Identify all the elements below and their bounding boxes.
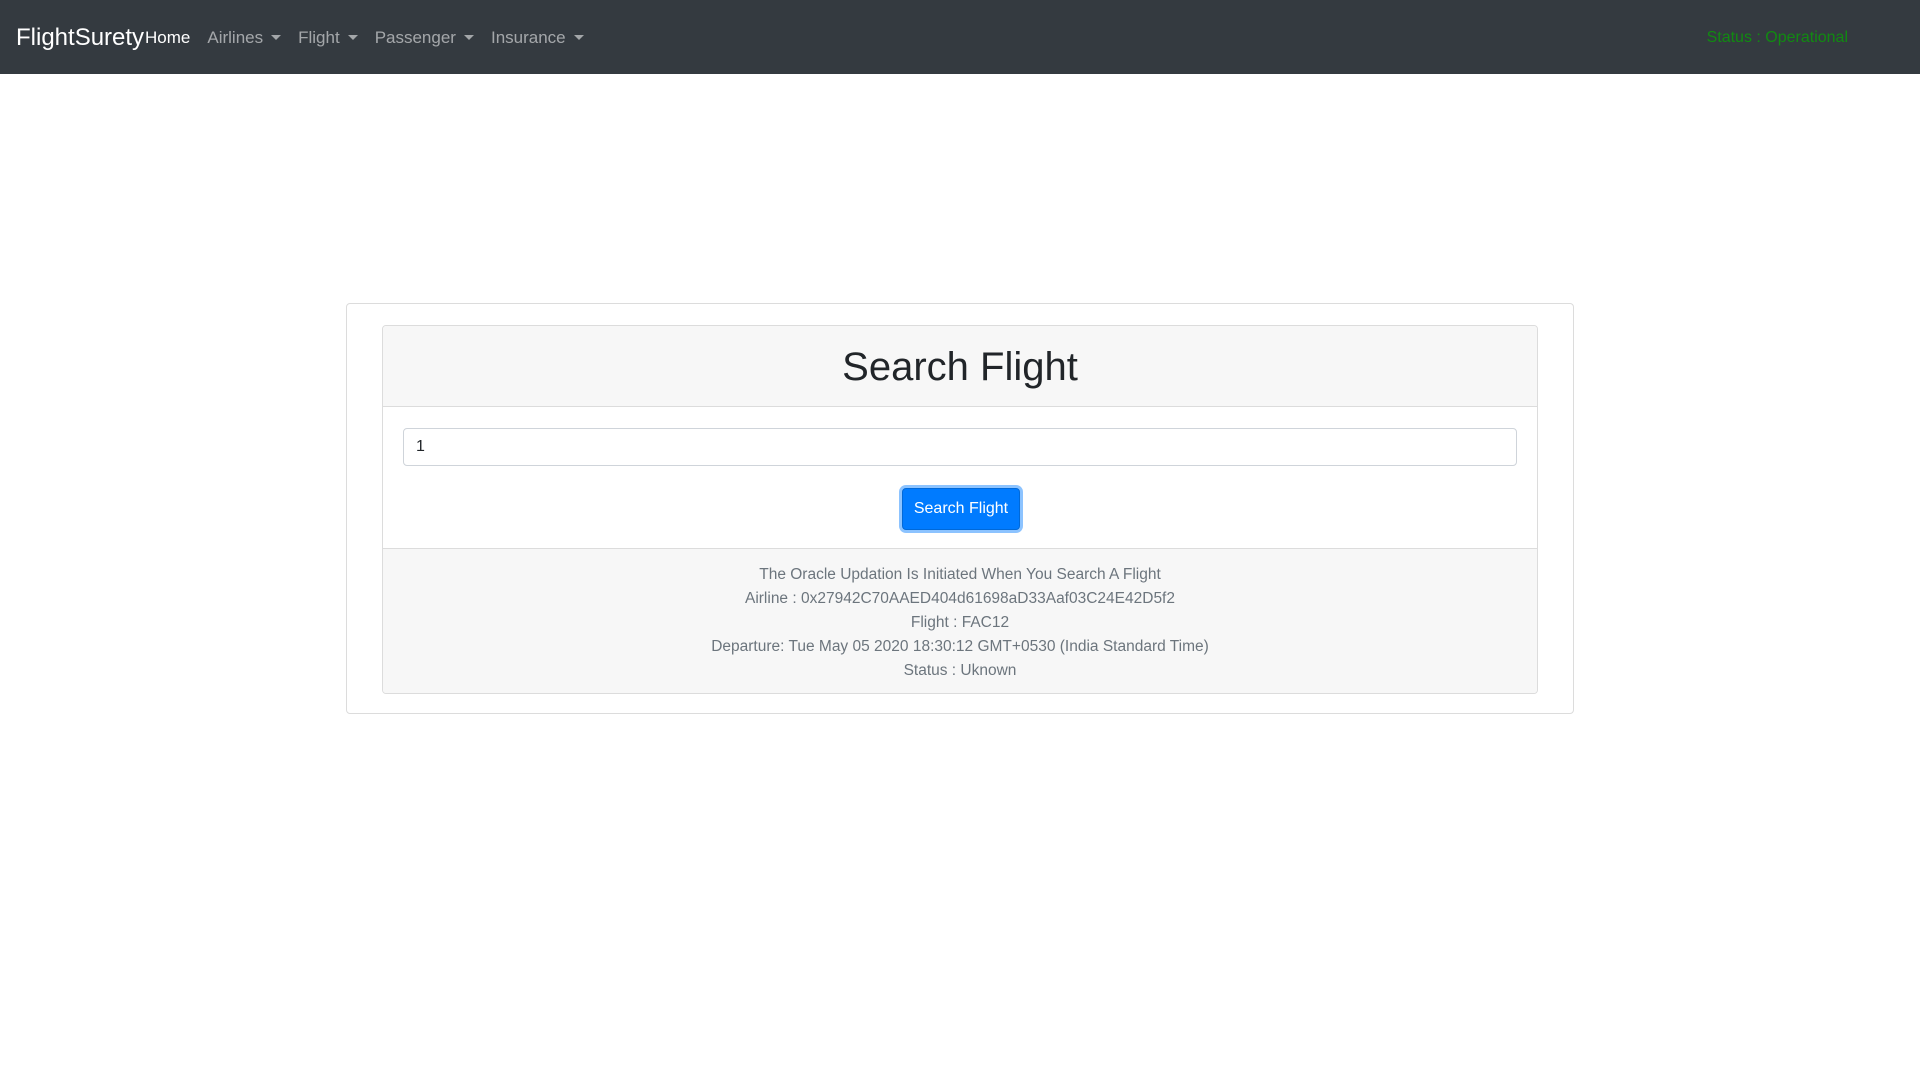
nav-menu: Home Airlines Flight Passenger Insurance (145, 25, 601, 51)
top-navbar: FlightSurety Home Airlines Flight Passen… (0, 0, 1920, 74)
oracle-note: The Oracle Updation Is Initiated When Yo… (759, 566, 1161, 583)
nav-item-insurance-label: Insurance (490, 28, 566, 47)
chevron-down-icon (573, 34, 584, 40)
result-flight: Flight : FAC12 (910, 614, 1010, 631)
search-flight-button[interactable]: Search Flight (902, 488, 1020, 530)
result-departure: Departure: Tue May 05 2020 18:30:12 GMT+… (711, 638, 1209, 655)
nav-item-home-label: Home (145, 28, 191, 47)
nav-item-airlines-label: Airlines (207, 28, 264, 47)
nav-item-flight-label: Flight (298, 28, 340, 47)
card-body: Search Flight (383, 407, 1537, 548)
nav-item-passenger-label: Passenger (374, 28, 456, 47)
contract-status: Status : Operational (1706, 29, 1848, 46)
page-title: Search Flight (842, 345, 1078, 389)
nav-item-home[interactable]: Home (145, 26, 190, 50)
card-header: Search Flight (383, 326, 1537, 407)
search-flight-card: Search Flight Search Flight The Oracle U… (382, 325, 1538, 694)
nav-item-insurance[interactable]: Insurance (491, 26, 584, 50)
result-airline: Airline : 0x27942C70AAED404d61698aD33Aaf… (744, 590, 1175, 607)
chevron-down-icon (271, 34, 282, 40)
flight-result-panel: The Oracle Updation Is Initiated When Yo… (383, 548, 1537, 693)
navbar-brand[interactable]: FlightSurety (16, 24, 144, 52)
chevron-down-icon (463, 34, 474, 40)
nav-item-passenger[interactable]: Passenger (375, 26, 474, 50)
result-status: Status : Uknown (903, 662, 1017, 679)
nav-item-airlines[interactable]: Airlines (207, 26, 282, 50)
flight-search-input[interactable] (403, 428, 1517, 466)
search-container: Search Flight Search Flight The Oracle U… (346, 303, 1574, 714)
chevron-down-icon (347, 34, 358, 40)
nav-item-flight[interactable]: Flight (298, 26, 358, 50)
